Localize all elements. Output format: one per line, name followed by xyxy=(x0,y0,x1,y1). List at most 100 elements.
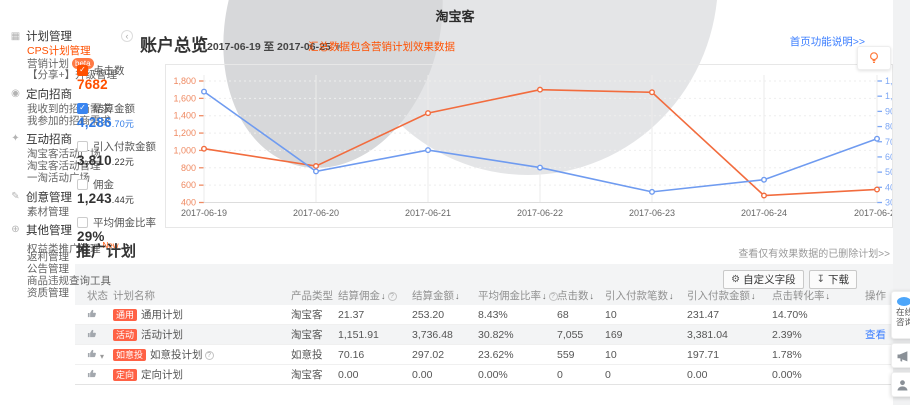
svg-text:2017-06-23: 2017-06-23 xyxy=(629,208,675,218)
svg-text:500: 500 xyxy=(885,167,892,177)
page-title: 账户总览 xyxy=(140,31,208,56)
plan-type-badge: 活动 xyxy=(113,329,137,341)
download-button[interactable]: ↧下载 xyxy=(809,270,857,289)
sort-down-icon[interactable]: ↓ xyxy=(751,291,756,301)
cell-commission: 0.00 xyxy=(338,369,412,381)
plans-table-body: 通用通用计划淘宝客21.37253.208.43%6810231.4714.70… xyxy=(75,305,893,385)
cell-type: 淘宝客 xyxy=(291,307,338,322)
sort-down-icon[interactable]: ↓ xyxy=(590,291,595,301)
column-header[interactable]: 点击数↓ xyxy=(557,288,605,303)
plan-status[interactable]: ▾ xyxy=(87,348,113,362)
chevron-down-icon[interactable]: ▾ xyxy=(100,352,104,361)
column-header[interactable]: 结算金额↓ xyxy=(412,288,478,303)
metric-label: 平均佣金比率 xyxy=(93,215,156,230)
thumb-up-icon xyxy=(87,348,98,359)
summary-notice: 汇总数据包含营销计划效果数据 xyxy=(308,39,455,54)
info-icon[interactable]: ? xyxy=(205,351,214,360)
plan-name: 通用通用计划 xyxy=(113,307,291,322)
page: 淘宝客 ▦ 计划管理 ‹ CPS计划管理营销计划beta【分享+】升级管理 ◉ … xyxy=(0,0,910,405)
overview-chart-panel: 1,8001,6001,4001,2001,0008006004001,1001… xyxy=(165,64,893,228)
table-row: 活动活动计划淘宝客1,151.913,736.4830.82%7,0551693… xyxy=(75,325,893,345)
svg-text:300: 300 xyxy=(885,198,892,208)
download-icon: ↧ xyxy=(817,274,825,285)
metric-item: ✓ 结算金额 4,286.70元 xyxy=(77,101,163,131)
plan-status[interactable] xyxy=(87,308,113,322)
thumb-up-icon xyxy=(87,368,98,379)
svg-text:1,000: 1,000 xyxy=(885,91,892,101)
plan-status[interactable] xyxy=(87,368,113,382)
info-icon[interactable]: ? xyxy=(388,292,397,301)
sidebar-item[interactable]: 商品违规查询工具 xyxy=(10,276,135,287)
online-chat-label: 在线咨询 xyxy=(896,307,910,327)
plan-name-text: 活动计划 xyxy=(141,329,183,341)
column-header: 产品类型 xyxy=(291,288,338,303)
svg-text:1,100: 1,100 xyxy=(885,76,892,86)
column-header[interactable]: 结算佣金↓? xyxy=(338,288,412,303)
view-link[interactable]: 查看 xyxy=(865,329,886,341)
metric-checkbox[interactable]: ✓ xyxy=(77,65,88,76)
sidebar-section-label: 计划管理 xyxy=(26,28,72,44)
svg-text:1,600: 1,600 xyxy=(173,93,196,103)
announcement-widget[interactable] xyxy=(891,343,910,368)
collapse-icon[interactable]: ‹ xyxy=(121,30,133,42)
metric-checkbox[interactable] xyxy=(77,141,88,152)
sidebar-item[interactable]: 资质管理 xyxy=(10,288,135,299)
column-header[interactable]: 引入付款金额↓ xyxy=(687,288,772,303)
plan-status[interactable] xyxy=(87,328,113,342)
column-header[interactable]: 点击转化率↓ xyxy=(772,288,865,303)
metric-label: 点击数 xyxy=(93,63,125,78)
metric-checkbox[interactable] xyxy=(77,217,88,228)
metric-value: 3,810.22元 xyxy=(77,153,163,169)
metric-checkbox[interactable]: ✓ xyxy=(77,103,88,114)
metric-list: ✓ 点击数 7682 ✓ 结算金额 4,286.70元 引入付款金额 3,810… xyxy=(77,63,163,253)
cell-rate: 30.82% xyxy=(478,329,557,341)
tip-button[interactable] xyxy=(857,46,891,70)
cell-clicks: 68 xyxy=(557,309,605,321)
sort-down-icon[interactable]: ↓ xyxy=(826,291,831,301)
gear-icon: ⚙ xyxy=(731,274,740,285)
cell-amount: 297.02 xyxy=(412,349,478,361)
lightbulb-icon xyxy=(866,50,882,66)
grid-icon: ▦ xyxy=(10,31,21,42)
deleted-plans-link[interactable]: 查看仅有效果数据的已删除计划>> xyxy=(640,245,890,260)
plan-type-badge: 通用 xyxy=(113,309,137,321)
plan-name-text: 定向计划 xyxy=(141,369,183,381)
person-icon xyxy=(896,379,909,392)
sidebar-section-title[interactable]: ▦ 计划管理 ‹ xyxy=(10,29,135,43)
cell-cvr: 1.78% xyxy=(772,349,865,361)
pin-icon: ◉ xyxy=(10,88,21,99)
homepage-help-link[interactable]: 首页功能说明>> xyxy=(790,34,865,49)
cell-orders: 10 xyxy=(605,309,687,321)
app-title: 淘宝客 xyxy=(390,6,520,25)
sidebar-item[interactable]: CPS计划管理 xyxy=(10,46,135,57)
online-chat-widget[interactable]: 在线咨询 xyxy=(891,291,910,339)
cell-pay_amount: 3,381.04 xyxy=(687,329,772,341)
cell-rate: 8.43% xyxy=(478,309,557,321)
table-row: 通用通用计划淘宝客21.37253.208.43%6810231.4714.70… xyxy=(75,305,893,325)
assistant-widget[interactable] xyxy=(891,372,910,397)
customize-fields-button[interactable]: ⚙自定义字段 xyxy=(723,270,803,289)
svg-text:2017-06-24: 2017-06-24 xyxy=(741,208,787,218)
cell-rate: 23.62% xyxy=(478,349,557,361)
cell-pay_amount: 197.71 xyxy=(687,349,772,361)
plan-name: 定向定向计划 xyxy=(113,367,291,382)
sort-down-icon[interactable]: ↓ xyxy=(381,291,386,301)
metric-checkbox[interactable] xyxy=(77,179,88,190)
cell-cvr: 0.00% xyxy=(772,369,865,381)
cell-pay_amount: 231.47 xyxy=(687,309,772,321)
sort-down-icon[interactable]: ↓ xyxy=(542,291,547,301)
column-header[interactable]: 平均佣金比率↓? xyxy=(478,288,557,303)
plan-type-badge: 定向 xyxy=(113,369,137,381)
sidebar-section-label: 互动招商 xyxy=(26,131,72,147)
cell-type: 淘宝客 xyxy=(291,367,338,382)
sort-down-icon[interactable]: ↓ xyxy=(669,291,674,301)
table-row: 定向定向计划淘宝客0.000.000.00%000.000.00% xyxy=(75,365,893,385)
cell-commission: 70.16 xyxy=(338,349,412,361)
plan-name-text: 如意投计划 xyxy=(150,349,203,361)
cell-cvr: 14.70% xyxy=(772,309,865,321)
sidebar-item[interactable]: 公告管理 xyxy=(10,264,135,275)
cell-pay_amount: 0.00 xyxy=(687,369,772,381)
column-header[interactable]: 引入付款笔数↓ xyxy=(605,288,687,303)
sort-down-icon[interactable]: ↓ xyxy=(455,291,460,301)
thumb-up-icon xyxy=(87,308,98,319)
